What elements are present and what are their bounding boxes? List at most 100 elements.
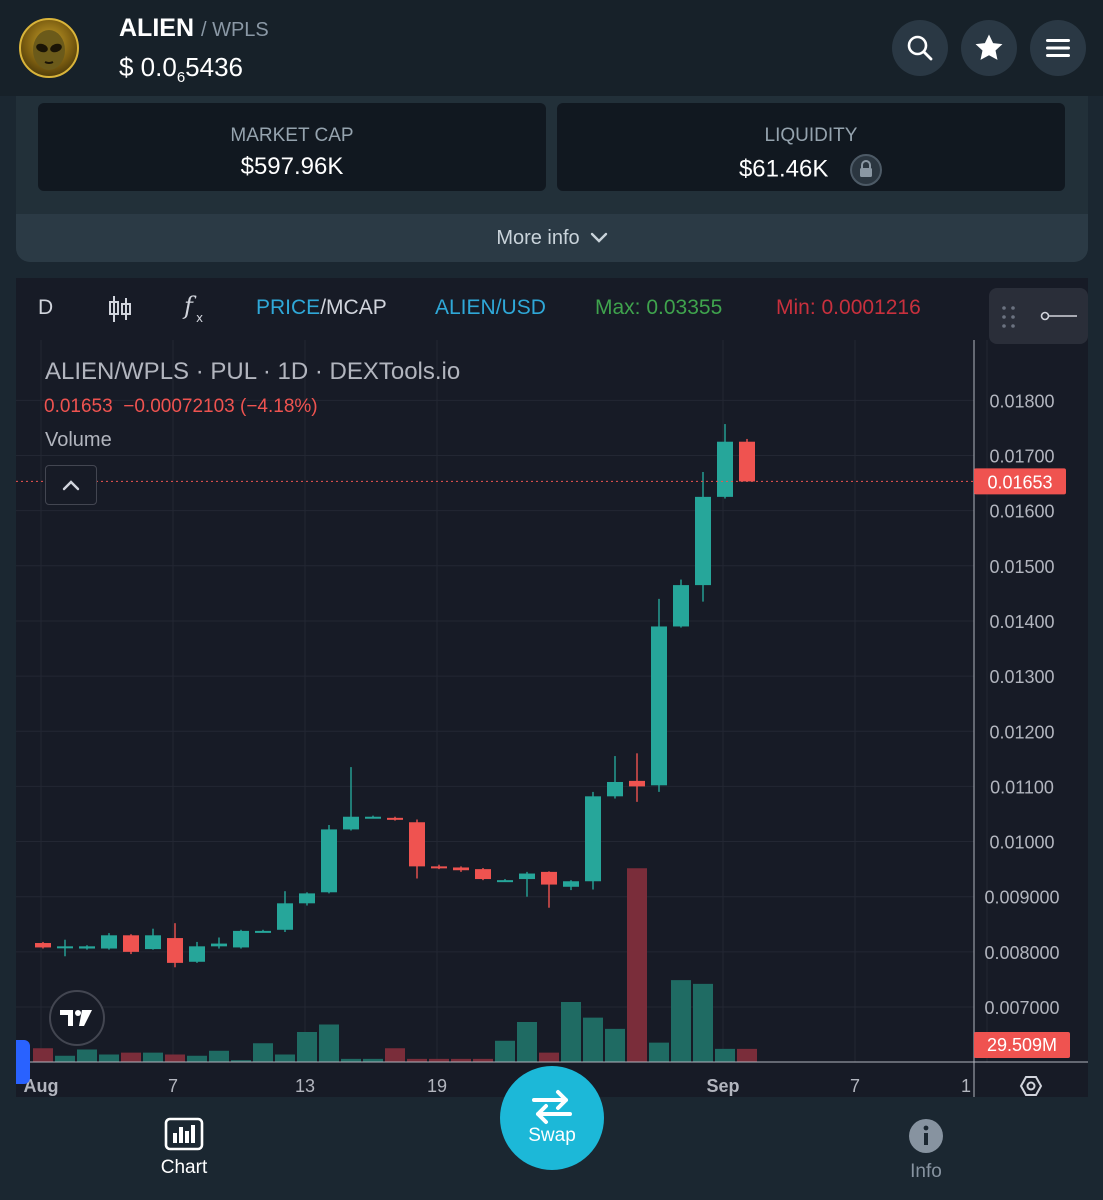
pair-name: ALIEN / WPLS <box>119 14 269 43</box>
tradingview-logo[interactable] <box>49 990 105 1046</box>
price-toggle-label: PRICE <box>256 296 321 319</box>
search-button[interactable] <box>892 20 948 76</box>
candle-body <box>563 881 579 887</box>
volume-bar <box>77 1049 97 1062</box>
volume-label: Volume <box>45 429 112 451</box>
x-tick-label: 13 <box>295 1076 315 1096</box>
volume-bar <box>121 1052 141 1062</box>
volume-bar <box>649 1042 669 1062</box>
more-info-label: More info <box>496 226 580 249</box>
ohlc-close: 0.01653 <box>44 396 113 417</box>
quote-symbol: / WPLS <box>200 19 269 41</box>
stats-panel: MARKET CAP $597.96K LIQUIDITY $61.46K Mo… <box>16 96 1088 262</box>
volume-bars <box>33 868 757 1062</box>
y-tick-label: 0.008000 <box>984 943 1059 963</box>
candle-body <box>739 441 755 482</box>
candle-body <box>211 943 227 947</box>
swap-arrows-icon <box>532 1090 572 1124</box>
more-info-button[interactable]: More info <box>16 214 1088 262</box>
volume-bar <box>627 868 647 1062</box>
chart-panel: D fx PRICE/MCAP ALIEN/USD Max: 0.03355 M… <box>16 278 1088 1098</box>
volume-bar <box>715 1048 735 1062</box>
volume-bar <box>187 1055 207 1062</box>
liquidity-value-row: $61.46K <box>557 153 1065 187</box>
volume-bar <box>605 1028 625 1062</box>
volume-bar <box>165 1054 185 1062</box>
candle-body <box>717 441 733 497</box>
collapse-legend-button[interactable] <box>45 465 97 505</box>
candle-body <box>255 930 271 933</box>
volume-bar <box>737 1048 757 1062</box>
info-icon <box>909 1119 943 1153</box>
candle-body <box>629 780 645 787</box>
hamburger-icon <box>1046 39 1070 57</box>
nav-chart[interactable]: Chart <box>152 1117 216 1179</box>
swap-label: Swap <box>528 1125 576 1146</box>
base-symbol: ALIEN <box>119 14 194 42</box>
drawing-tools[interactable] <box>989 288 1088 344</box>
nav-info[interactable]: Info <box>896 1117 956 1183</box>
candle-body <box>607 781 623 797</box>
candle-body <box>189 946 205 962</box>
drag-handle-icon[interactable] <box>999 302 1019 332</box>
price-prefix: $ 0.0 <box>119 52 177 82</box>
candle-body <box>519 873 535 880</box>
x-tick-label: Sep <box>706 1076 739 1096</box>
candles <box>16 424 974 968</box>
chevron-up-icon <box>62 480 80 491</box>
candle-body <box>453 867 469 871</box>
price-mcap-toggle[interactable]: PRICE/MCAP <box>256 296 387 320</box>
ohlc-change: −0.00072103 (−4.18%) <box>123 396 318 417</box>
volume-bar <box>33 1048 53 1062</box>
star-icon <box>975 34 1003 60</box>
search-icon <box>907 35 933 61</box>
token-price: $ 0.065436 <box>119 52 243 86</box>
price-chart[interactable]: 0.01800 0.01700 0.01600 0.01500 0.01400 0.013… <box>16 340 1088 1098</box>
market-cap-card: MARKET CAP $597.96K <box>38 103 546 191</box>
candle-type-button[interactable] <box>108 294 132 330</box>
chevron-down-icon <box>590 232 607 243</box>
menu-button[interactable] <box>1030 20 1086 76</box>
swap-button[interactable]: Swap <box>500 1066 604 1170</box>
candle-body <box>695 496 711 586</box>
interval-button[interactable]: D <box>38 296 53 320</box>
svg-text:x: x <box>196 311 203 324</box>
indicators-button[interactable]: fx <box>182 292 208 330</box>
price-axis: 0.01800 0.01700 0.01600 0.01500 0.01400 0.013… <box>973 340 1070 1098</box>
y-tick-label: 0.01400 <box>989 612 1054 632</box>
candle-body <box>101 935 117 949</box>
function-icon: fx <box>182 292 203 325</box>
liquidity-card: LIQUIDITY $61.46K <box>557 103 1065 191</box>
candle-body <box>497 880 513 883</box>
candle-body <box>79 946 95 949</box>
candle-body <box>57 946 73 949</box>
volume-bar <box>583 1017 603 1062</box>
candle-body <box>167 938 183 963</box>
candle-body <box>233 930 249 948</box>
lock-icon[interactable] <box>849 153 883 187</box>
pair-usd-toggle[interactable]: ALIEN/USD <box>435 296 546 320</box>
volume-bar <box>495 1040 515 1062</box>
x-tick-label: 7 <box>168 1076 178 1096</box>
y-tick-label: 0.01600 <box>989 502 1054 522</box>
nav-chart-label: Chart <box>160 1157 208 1178</box>
candle-body <box>321 829 337 893</box>
volume-bar <box>253 1043 273 1062</box>
volume-bar <box>693 983 713 1062</box>
volume-bar <box>275 1054 295 1062</box>
settings-icon <box>1019 1076 1043 1096</box>
top-bar: ALIEN / WPLS $ 0.065436 <box>0 0 1103 96</box>
y-tick-label: 0.007000 <box>984 998 1059 1018</box>
side-panel-handle[interactable] <box>16 1040 30 1084</box>
candle-body <box>585 796 601 882</box>
favorite-button[interactable] <box>961 20 1017 76</box>
candle-body <box>673 585 689 627</box>
horizontal-line-icon[interactable] <box>1039 306 1079 326</box>
candle-body <box>277 903 293 930</box>
x-tick-label: 19 <box>427 1076 447 1096</box>
candle-body <box>145 935 161 950</box>
svg-text:f: f <box>182 292 197 320</box>
chart-toolbar: D fx PRICE/MCAP ALIEN/USD Max: 0.03355 M… <box>16 278 1088 344</box>
y-tick-label: 0.01700 <box>989 447 1054 467</box>
market-cap-label: MARKET CAP <box>230 125 354 146</box>
